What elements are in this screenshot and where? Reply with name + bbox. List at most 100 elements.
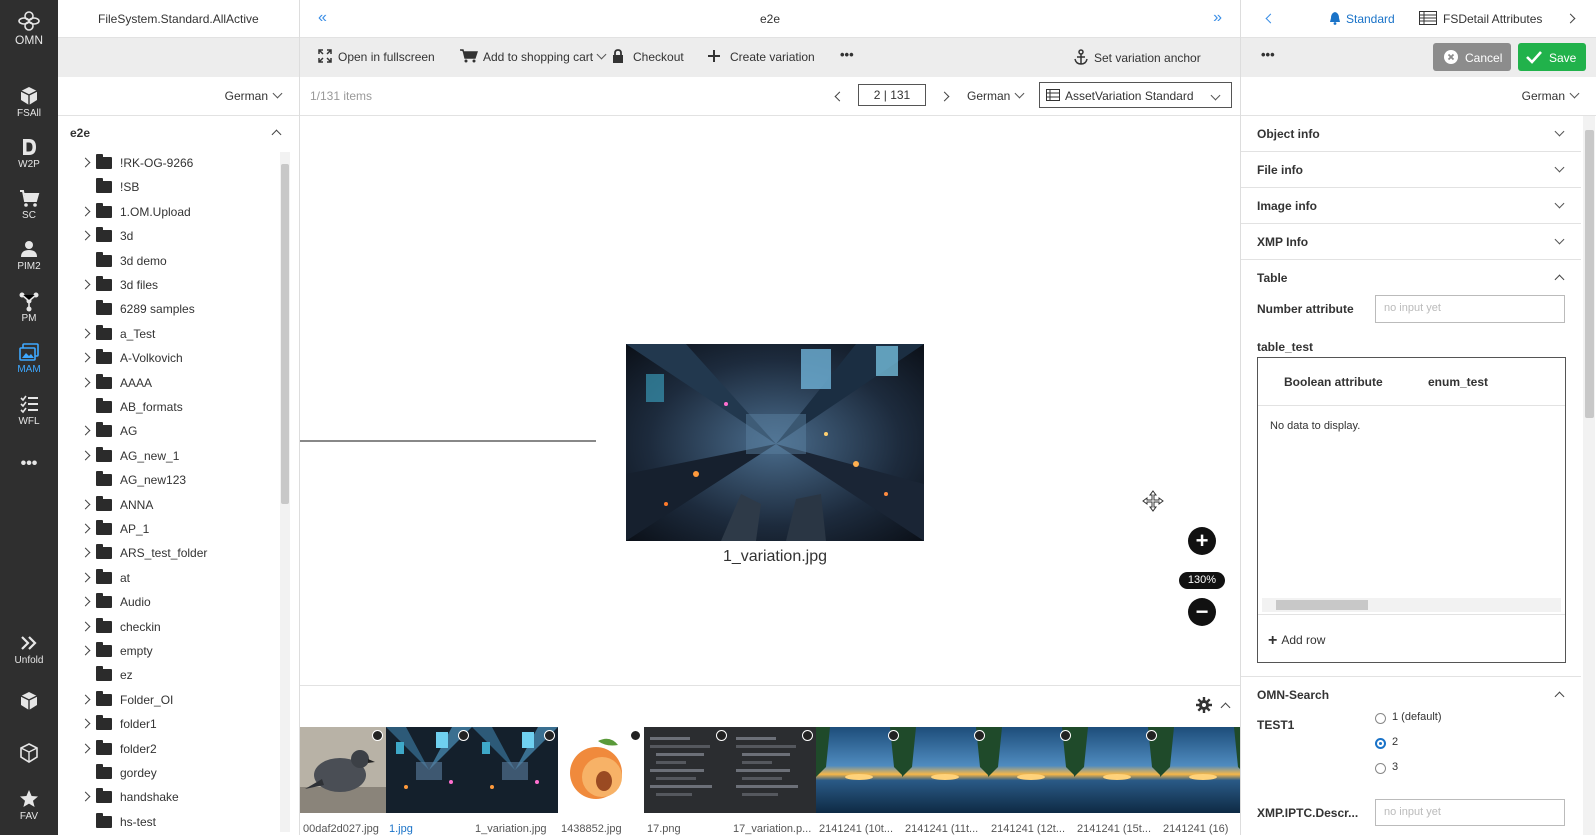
preview-image[interactable] <box>626 344 924 541</box>
unfold-button[interactable]: Unfold <box>0 632 58 666</box>
gear-icon[interactable] <box>1196 697 1212 713</box>
pager-input[interactable]: 2 | 131 <box>858 84 926 106</box>
rail-more-button[interactable]: ••• <box>0 455 58 473</box>
tree-folder-row[interactable]: 3d demo <box>58 249 283 273</box>
thumbnail-label[interactable]: 2141241 (15t... <box>1077 823 1163 835</box>
tree-folder-row[interactable]: checkin <box>58 615 283 639</box>
table-h-scrollbar[interactable] <box>1262 598 1561 612</box>
tree-folder-row[interactable]: empty <box>58 639 283 663</box>
filmstrip-thumbnail[interactable] <box>1160 727 1246 813</box>
table-h-scrollbar-thumb[interactable] <box>1276 600 1368 610</box>
tree-scrollbar-thumb[interactable] <box>281 164 289 504</box>
tree-folder-row[interactable]: a_Test <box>58 322 283 346</box>
fullscreen-button[interactable]: Open in fullscreen <box>318 49 435 64</box>
tree-folder-row[interactable]: AP_1 <box>58 517 283 541</box>
chevron-right-icon[interactable] <box>80 328 91 339</box>
column-header[interactable]: enum_test <box>1428 375 1488 389</box>
thumbnail-label[interactable]: 1_variation.jpg <box>475 823 561 835</box>
tree-folder-row[interactable]: 3d <box>58 224 283 248</box>
filmstrip-collapse-button[interactable] <box>1220 702 1231 713</box>
rail-cube-button-1[interactable] <box>0 690 58 712</box>
thumbnail-label[interactable]: 00daf2d027.jpg <box>303 823 389 835</box>
create-variation-button[interactable]: Create variation <box>707 49 815 64</box>
radio-label[interactable]: 2 <box>1392 736 1398 748</box>
toolbar-more-button[interactable]: ••• <box>840 47 854 62</box>
next-item-button[interactable] <box>939 91 950 102</box>
chevron-right-icon[interactable] <box>80 450 91 461</box>
tree-folder-row[interactable]: handshake <box>58 785 283 809</box>
chevron-right-icon[interactable] <box>80 352 91 363</box>
chevron-right-icon[interactable] <box>80 523 91 534</box>
radio-button[interactable] <box>1375 763 1386 774</box>
thumbnail-label[interactable]: 1438852.jpg <box>561 823 647 835</box>
rail-item-fsall[interactable]: FSAll <box>0 85 58 119</box>
right-language-select[interactable]: German <box>1522 88 1580 103</box>
column-header[interactable]: Boolean attribute <box>1284 375 1383 389</box>
tree-folder-row[interactable]: ez <box>58 663 283 687</box>
panel-more-button[interactable]: ••• <box>1261 47 1275 62</box>
chevron-right-icon[interactable] <box>80 621 91 632</box>
section-file-info[interactable]: File info <box>1241 152 1581 188</box>
tree-folder-row[interactable]: A-Volkovich <box>58 346 283 370</box>
tree-root[interactable]: e2e <box>58 116 298 146</box>
filmstrip-thumbnail[interactable] <box>558 727 644 813</box>
rail-fav-button[interactable]: FAV <box>0 788 58 822</box>
filmstrip-thumbnail[interactable] <box>472 727 558 813</box>
chevron-right-icon[interactable] <box>80 157 91 168</box>
radio-button[interactable] <box>1375 738 1386 749</box>
filmstrip-thumbnail[interactable] <box>902 727 988 813</box>
omn-logo[interactable]: OMN <box>0 10 58 47</box>
chevron-right-icon[interactable] <box>80 230 91 241</box>
tree-folder-row[interactable]: AG_new_1 <box>58 444 283 468</box>
chevron-right-icon[interactable] <box>80 499 91 510</box>
section-image-info[interactable]: Image info <box>1241 188 1581 224</box>
chevron-right-icon[interactable] <box>80 377 91 388</box>
tab-fsdetail-attributes[interactable]: FSDetail Attributes <box>1419 11 1542 26</box>
tree-folder-row[interactable]: ARS_test_folder <box>58 541 283 565</box>
filmstrip-thumbnail[interactable] <box>988 727 1074 813</box>
tree-folder-row[interactable]: at <box>58 566 283 590</box>
thumbnail-label[interactable]: 1.jpg <box>389 823 475 835</box>
checkout-button[interactable]: Checkout <box>612 49 684 64</box>
main-language-select[interactable]: German <box>967 88 1025 103</box>
thumbnail-label[interactable]: 2141241 (12t... <box>991 823 1077 835</box>
rail-item-sc[interactable]: SC <box>0 187 58 221</box>
section-object-info[interactable]: Object info <box>1241 116 1581 152</box>
panel-next-button[interactable] <box>1565 13 1576 24</box>
tree-folder-row[interactable]: 1.OM.Upload <box>58 200 283 224</box>
tree-folder-row[interactable]: gordey <box>58 761 283 785</box>
tree-folder-row[interactable]: AB_formats <box>58 395 283 419</box>
tree-folder-row[interactable]: ANNA <box>58 493 283 517</box>
tree-folder-row[interactable]: !SB <box>58 175 283 199</box>
tab-standard[interactable]: Standard <box>1329 11 1395 26</box>
cancel-button[interactable]: Cancel <box>1433 43 1511 71</box>
section-omn-search[interactable]: OMN-Search <box>1241 676 1581 712</box>
save-button[interactable]: Save <box>1518 43 1586 71</box>
tree-folder-row[interactable]: Audio <box>58 590 283 614</box>
chevron-up-icon[interactable] <box>271 129 282 140</box>
zoom-in-button[interactable]: + <box>1188 527 1216 555</box>
thumbnail-label[interactable]: 2141241 (11t... <box>905 823 991 835</box>
tree-folder-row[interactable]: AG <box>58 419 283 443</box>
filmstrip-thumbnail[interactable] <box>1074 727 1160 813</box>
chevron-right-icon[interactable] <box>80 791 91 802</box>
section-xmp-info[interactable]: XMP Info <box>1241 224 1581 260</box>
chevron-right-icon[interactable] <box>80 743 91 754</box>
tree-folder-row[interactable]: Folder_OI <box>58 688 283 712</box>
chevron-right-icon[interactable] <box>80 718 91 729</box>
right-scrollbar-thumb[interactable] <box>1585 130 1594 418</box>
filmstrip-thumbnail[interactable] <box>386 727 472 813</box>
image-viewer[interactable]: 1_variation.jpg + 130% − <box>300 116 1240 685</box>
thumbnail-label[interactable]: 17.png <box>647 823 733 835</box>
thumbnail-label[interactable]: 2141241 (10t... <box>819 823 905 835</box>
rail-item-pim2[interactable]: PIM2 <box>0 238 58 272</box>
add-to-cart-button[interactable]: Add to shopping cart <box>460 49 607 64</box>
rail-item-mam[interactable]: MAM <box>0 341 58 375</box>
tree-folder-row[interactable]: 3d files <box>58 273 283 297</box>
tree-folder-row[interactable]: AAAA <box>58 371 283 395</box>
tree-folder-row[interactable]: !RK-OG-9266 <box>58 151 283 175</box>
add-row-button[interactable]: + Add row <box>1268 632 1325 650</box>
tree-folder-row[interactable]: folder1 <box>58 712 283 736</box>
rail-cube-button-2[interactable] <box>0 742 58 764</box>
thumbnail-label[interactable]: 17_variation.p... <box>733 823 819 835</box>
